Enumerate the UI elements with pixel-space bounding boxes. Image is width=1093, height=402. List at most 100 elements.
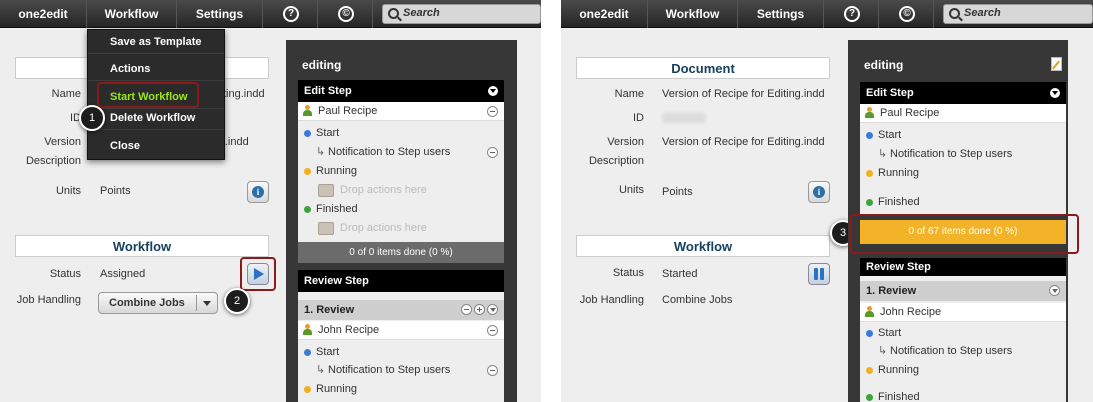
nav-brand[interactable]: one2edit bbox=[0, 0, 87, 28]
highlight-progress bbox=[850, 214, 1079, 254]
start-label: Start bbox=[316, 127, 340, 139]
document-card-title: Document bbox=[576, 57, 830, 79]
id-label: ID bbox=[70, 112, 81, 124]
review-user-row[interactable]: John Recipe bbox=[298, 321, 504, 340]
step-user-name: Paul Recipe bbox=[880, 107, 940, 119]
review-subheader[interactable]: 1. Review bbox=[860, 281, 1066, 301]
menu-item-save-as-template[interactable]: Save as Template bbox=[88, 30, 224, 54]
menu-item-delete-workflow[interactable]: Delete Workflow bbox=[88, 106, 224, 130]
chevron-down-icon[interactable] bbox=[488, 86, 498, 96]
combine-jobs-select[interactable]: Combine Jobs bbox=[98, 292, 218, 314]
start-status-dot bbox=[866, 132, 873, 139]
name-label: Name bbox=[51, 88, 81, 100]
status-label: Status bbox=[612, 267, 644, 279]
menu-item-actions[interactable]: Actions bbox=[88, 57, 224, 81]
name-label: Name bbox=[614, 88, 644, 100]
copyright-icon[interactable]: © bbox=[338, 6, 354, 22]
review-notification-row: ↳ Notification to Step users bbox=[860, 342, 1066, 361]
job-handling-value: Combine Jobs bbox=[662, 294, 733, 306]
running-status-dot bbox=[304, 168, 311, 175]
info-icon: i bbox=[252, 186, 264, 198]
version-value: Version of Recipe for Editing.indd bbox=[662, 136, 825, 148]
review-user-name: John Recipe bbox=[318, 324, 380, 336]
minus-icon[interactable] bbox=[461, 304, 472, 315]
review-step-header[interactable]: Review Step bbox=[298, 270, 504, 292]
drop-actions-icon bbox=[318, 184, 334, 197]
running-row: Running bbox=[298, 162, 504, 181]
chevron-down-icon[interactable] bbox=[487, 304, 498, 315]
units-info-button[interactable]: i bbox=[808, 181, 830, 203]
notification-label: Notification to Step users bbox=[890, 148, 1013, 160]
remove-user-icon[interactable] bbox=[487, 325, 498, 336]
person-icon bbox=[865, 306, 874, 318]
review-running-label: Running bbox=[878, 364, 919, 376]
name-value: Version of Recipe for Editing.indd bbox=[662, 88, 825, 100]
search-placeholder: Search bbox=[403, 7, 440, 19]
review-finished-label: Finished bbox=[878, 391, 920, 402]
review-running-label: Running bbox=[316, 383, 357, 395]
running-status-dot bbox=[304, 386, 311, 393]
nav-help[interactable]: ? bbox=[263, 0, 318, 28]
callout-1: 1 bbox=[79, 105, 105, 131]
nav-copyright[interactable]: © bbox=[318, 0, 373, 28]
review-user-row[interactable]: John Recipe bbox=[860, 303, 1066, 322]
review-start-label: Start bbox=[878, 327, 902, 339]
review-user-name: John Recipe bbox=[880, 306, 942, 318]
review-notification-row[interactable]: ↳ Notification to Step users bbox=[298, 361, 504, 380]
review-subheader[interactable]: 1. Review bbox=[298, 300, 504, 320]
copyright-icon[interactable]: © bbox=[899, 6, 915, 22]
chevron-down-icon[interactable] bbox=[1050, 88, 1060, 98]
step-user-row[interactable]: Paul Recipe bbox=[860, 104, 1066, 123]
running-label: Running bbox=[878, 167, 919, 179]
search-field[interactable]: Search bbox=[943, 4, 1093, 24]
remove-action-icon[interactable] bbox=[487, 365, 498, 376]
remove-user-icon[interactable] bbox=[487, 106, 498, 117]
notification-row[interactable]: ↳ Notification to Step users bbox=[298, 143, 504, 162]
pause-workflow-button[interactable] bbox=[808, 263, 830, 285]
description-label: Description bbox=[25, 155, 81, 167]
finished-label: Finished bbox=[878, 196, 920, 208]
units-info-button[interactable]: i bbox=[247, 181, 269, 203]
status-label: Status bbox=[49, 268, 81, 280]
help-icon[interactable]: ? bbox=[283, 6, 299, 22]
edit-step-title: Edit Step bbox=[866, 87, 914, 99]
start-label: Start bbox=[878, 129, 902, 141]
sub-arrow-icon: ↳ bbox=[878, 148, 888, 160]
drop-zone-label: Drop actions here bbox=[340, 184, 427, 196]
drop-zone-finished[interactable]: Drop actions here bbox=[298, 219, 504, 238]
nav-workflow[interactable]: Workflow bbox=[87, 0, 177, 28]
drop-zone-running[interactable]: Drop actions here bbox=[298, 181, 504, 200]
edit-step-header[interactable]: Edit Step bbox=[298, 80, 504, 102]
finished-label: Finished bbox=[316, 203, 358, 215]
edit-document-icon[interactable] bbox=[1051, 57, 1062, 71]
nav-settings[interactable]: Settings bbox=[177, 0, 263, 28]
id-label: ID bbox=[633, 112, 644, 124]
running-status-dot bbox=[866, 367, 873, 374]
finished-status-dot bbox=[866, 394, 873, 401]
nav-help[interactable]: ? bbox=[824, 0, 879, 28]
search-field[interactable]: Search bbox=[382, 4, 541, 24]
step-user-row[interactable]: Paul Recipe bbox=[298, 102, 504, 121]
remove-action-icon[interactable] bbox=[487, 147, 498, 158]
highlight-start-workflow bbox=[97, 82, 199, 108]
person-icon bbox=[865, 107, 874, 119]
drop-zone-label: Drop actions here bbox=[340, 222, 427, 234]
info-icon: i bbox=[813, 186, 825, 198]
edit-step-header[interactable]: Edit Step bbox=[860, 82, 1066, 104]
nav-workflow[interactable]: Workflow bbox=[648, 0, 738, 28]
nav-settings[interactable]: Settings bbox=[738, 0, 824, 28]
combine-jobs-label: Combine Jobs bbox=[109, 297, 185, 309]
chevron-down-icon[interactable] bbox=[1049, 285, 1060, 296]
review-step-header[interactable]: Review Step bbox=[860, 258, 1066, 276]
help-icon[interactable]: ? bbox=[844, 6, 860, 22]
review-notification-label: Notification to Step users bbox=[890, 345, 1013, 357]
nav-brand[interactable]: one2edit bbox=[561, 0, 648, 28]
plus-icon[interactable] bbox=[474, 304, 485, 315]
person-icon bbox=[303, 105, 312, 117]
review-step-body: 1. Review John Recipe Start ↳ Notificati… bbox=[860, 276, 1066, 402]
nav-copyright[interactable]: © bbox=[879, 0, 934, 28]
menu-item-close[interactable]: Close bbox=[88, 134, 224, 158]
search-icon bbox=[388, 8, 399, 19]
version-label: Version bbox=[44, 136, 81, 148]
notification-row: ↳ Notification to Step users bbox=[860, 145, 1066, 164]
